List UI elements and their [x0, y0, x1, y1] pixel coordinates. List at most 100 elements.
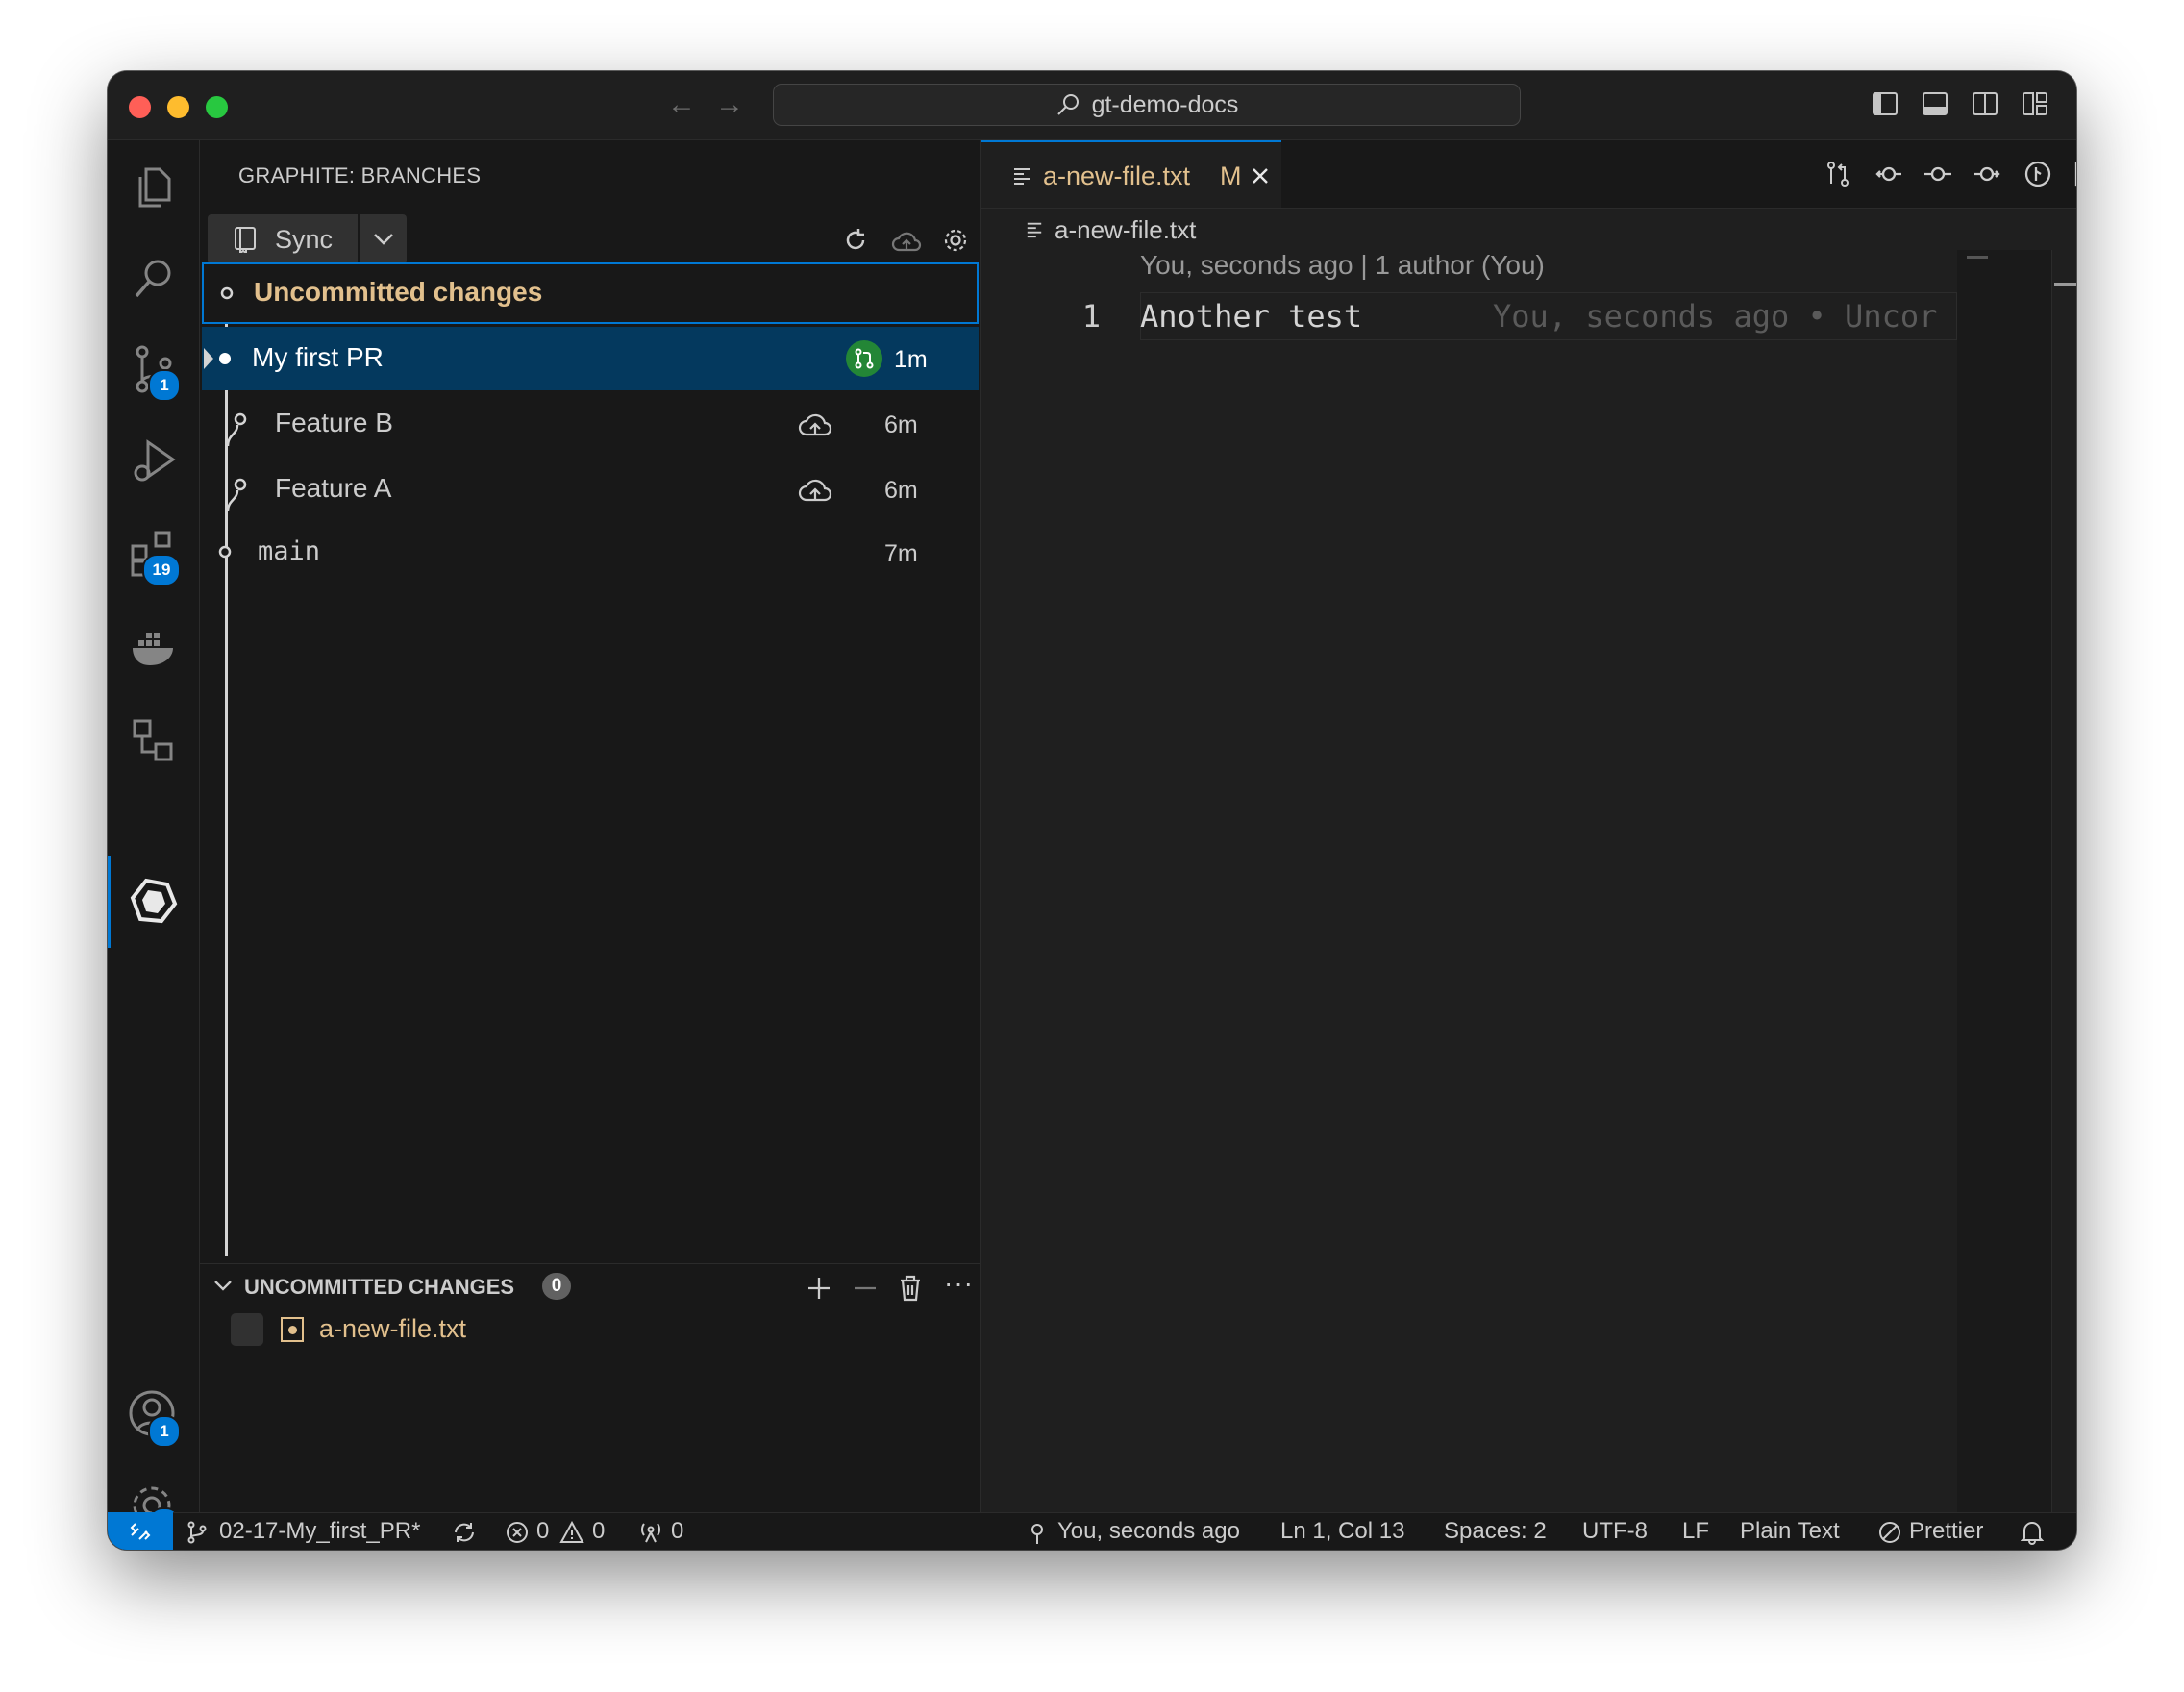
branch-row-feature-a[interactable]: Feature A 6m	[202, 458, 979, 521]
branch-row-uncommitted[interactable]: Uncommitted changes	[202, 262, 979, 324]
command-center[interactable]: gt-demo-docs	[773, 84, 1521, 126]
prettier-disabled-icon	[1879, 1522, 1900, 1543]
zoom-window-button[interactable]	[206, 96, 228, 118]
status-language[interactable]: Plain Text	[1740, 1518, 1840, 1545]
tab-modified-indicator: M	[1220, 162, 1242, 190]
line-number: 1	[1081, 298, 1101, 335]
next-change-icon[interactable]	[1973, 160, 2002, 188]
run-debug-icon[interactable]	[127, 435, 181, 488]
status-branch[interactable]: 02-17-My_first_PR*	[219, 1518, 420, 1545]
forward-arrow-icon[interactable]: →	[715, 88, 744, 121]
previous-change-icon[interactable]	[1874, 160, 1902, 188]
status-formatter[interactable]: Prettier	[1909, 1518, 1983, 1545]
close-window-button[interactable]	[129, 96, 151, 118]
branch-time: 6m	[884, 411, 918, 438]
branch-row-main[interactable]: main 7m	[202, 521, 979, 585]
status-bar: 02-17-My_first_PR* 0 0 0 You, seconds ag…	[108, 1512, 2076, 1550]
open-changes-icon[interactable]	[1824, 160, 1852, 188]
breadcrumb: a-new-file.txt	[981, 208, 2076, 250]
remote-icon	[130, 1523, 151, 1540]
vscode-window: ← → gt-demo-docs 1 19 1 GRAPHITE: BRANCH…	[108, 71, 2076, 1550]
status-errors[interactable]: 0	[536, 1518, 549, 1545]
git-commit-icon	[1031, 1524, 1043, 1544]
pull-request-icon[interactable]	[846, 340, 882, 377]
status-ports[interactable]: 0	[671, 1518, 683, 1545]
breadcrumb-file[interactable]: a-new-file.txt	[1055, 215, 1196, 245]
uncommitted-changes-header[interactable]: UNCOMMITTED CHANGES 0 ···	[200, 1263, 980, 1308]
error-icon	[507, 1522, 528, 1543]
refresh-icon[interactable]	[842, 227, 869, 254]
toggle-panel-icon[interactable]	[1923, 92, 1948, 115]
split-editor-icon[interactable]	[2073, 160, 2076, 188]
remote-indicator[interactable]	[108, 1512, 173, 1550]
close-tab-icon[interactable]	[1251, 166, 1270, 186]
changed-file-name: a-new-file.txt	[319, 1314, 467, 1343]
inline-blame: You, seconds ago • Uncor	[1493, 298, 1938, 335]
notifications-bell-icon[interactable]	[2021, 1520, 2044, 1545]
toggle-primary-sidebar-icon[interactable]	[1873, 92, 1898, 115]
branch-label: Feature A	[275, 473, 392, 503]
sync-dropdown-button[interactable]	[360, 214, 407, 264]
editor-area: a-new-file.txt M ··· a-new-file.txt You,…	[981, 140, 2076, 1512]
tab-a-new-file[interactable]: a-new-file.txt M	[981, 140, 1281, 208]
section-title: UNCOMMITTED CHANGES	[244, 1275, 515, 1299]
sync-label: Sync	[275, 224, 334, 254]
more-actions-icon[interactable]: ···	[944, 1268, 974, 1299]
codelens-blame[interactable]: You, seconds ago | 1 author (You)	[1140, 250, 1545, 281]
commit-icon[interactable]	[1923, 160, 1952, 188]
status-eol[interactable]: LF	[1682, 1518, 1709, 1545]
cloud-upload-icon[interactable]	[798, 411, 832, 438]
sync-button[interactable]: Sync	[208, 214, 407, 264]
branch-row-my-first-pr[interactable]: My first PR 1m	[202, 327, 979, 390]
ports-antenna-icon	[641, 1523, 660, 1543]
minimap[interactable]	[1957, 250, 2051, 1512]
source-control-icon[interactable]: 1	[127, 342, 181, 402]
accounts-badge: 1	[148, 1415, 181, 1448]
search-icon[interactable]	[127, 252, 181, 306]
commit-node-icon	[220, 286, 234, 300]
extensions-icon[interactable]: 19	[127, 529, 181, 586]
cloud-submit-icon[interactable]	[891, 229, 922, 254]
docker-icon[interactable]	[127, 621, 181, 675]
status-encoding[interactable]: UTF-8	[1582, 1518, 1648, 1545]
source-control-badge: 1	[148, 369, 181, 402]
code-line-1[interactable]: 1 Another test You, seconds ago • Uncor	[981, 292, 2065, 340]
branch-time: 6m	[884, 477, 918, 504]
status-warnings[interactable]: 0	[592, 1518, 605, 1545]
explorer-icon[interactable]	[127, 160, 181, 213]
status-indentation[interactable]: Spaces: 2	[1444, 1518, 1547, 1545]
changed-file-row[interactable]: a-new-file.txt	[200, 1307, 980, 1352]
graphite-icon[interactable]	[127, 875, 181, 929]
line-text: Another test	[1140, 298, 1363, 335]
file-checkbox[interactable]	[231, 1313, 263, 1346]
sync-icon[interactable]	[452, 1521, 477, 1544]
chevron-down-icon	[214, 1281, 232, 1291]
settings-gear-icon[interactable]	[942, 227, 969, 254]
branch-label: My first PR	[252, 342, 384, 372]
accounts-icon[interactable]: 1	[127, 1388, 181, 1448]
back-arrow-icon[interactable]: ←	[667, 88, 696, 121]
activity-bar: 1 19 1 1	[108, 140, 200, 1540]
branch-curve-icon	[226, 412, 247, 446]
workspace-title: gt-demo-docs	[1091, 90, 1239, 118]
git-branch-icon	[187, 1521, 207, 1544]
commit-node-icon	[219, 353, 231, 364]
commit-node-icon	[218, 545, 232, 559]
customize-layout-icon[interactable]	[2023, 92, 2048, 115]
cloud-upload-icon[interactable]	[798, 477, 832, 504]
timeline-icon[interactable]	[2023, 160, 2052, 188]
minimize-window-button[interactable]	[167, 96, 189, 118]
stage-all-plus-icon[interactable]	[806, 1275, 832, 1302]
toggle-secondary-sidebar-icon[interactable]	[1973, 92, 1998, 115]
unstage-minus-icon[interactable]	[852, 1275, 879, 1302]
discard-trash-icon[interactable]	[898, 1274, 923, 1303]
branch-row-feature-b[interactable]: Feature B 6m	[202, 392, 979, 456]
status-cursor-position[interactable]: Ln 1, Col 13	[1280, 1518, 1404, 1545]
sync-repo-icon	[235, 227, 256, 253]
vertical-scrollbar[interactable]	[2051, 250, 2076, 1512]
branch-label: Feature B	[275, 408, 393, 437]
remote-explorer-icon[interactable]	[127, 713, 181, 767]
expand-arrow-icon[interactable]	[202, 346, 215, 371]
tab-bar: a-new-file.txt M ···	[981, 140, 2076, 209]
status-blame[interactable]: You, seconds ago	[1057, 1518, 1240, 1545]
